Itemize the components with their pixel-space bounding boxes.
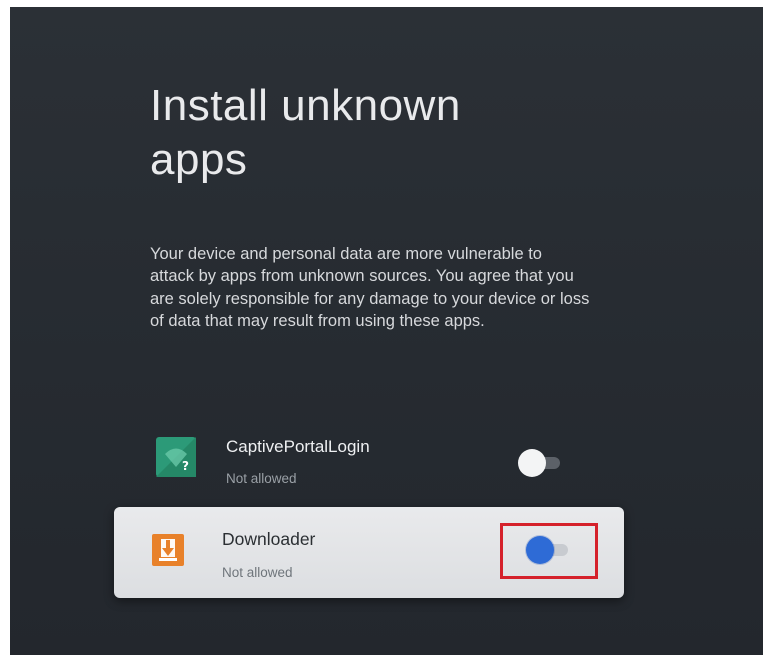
app-name: Downloader	[222, 529, 316, 549]
page-title: Install unknown apps	[150, 81, 461, 184]
app-row-downloader[interactable]: Downloader Not allowed	[114, 507, 624, 598]
downloader-arrow-icon	[152, 534, 184, 566]
warning-description: Your device and personal data are more v…	[150, 245, 590, 330]
app-status: Not allowed	[226, 471, 297, 486]
app-status: Not allowed	[222, 565, 293, 580]
tv-settings-screen: Install unknown apps Your device and per…	[10, 7, 763, 655]
app-name: CaptivePortalLogin	[226, 437, 370, 456]
toggle-thumb	[526, 536, 554, 564]
toggle-thumb	[518, 449, 546, 477]
allow-toggle[interactable]	[518, 449, 564, 477]
captive-portal-wifi-question-icon: ?	[156, 437, 196, 477]
svg-text:?: ?	[182, 459, 189, 473]
app-row-captiveportallogin[interactable]: ? CaptivePortalLogin Not allowed	[150, 431, 590, 495]
allow-toggle[interactable]	[526, 536, 572, 564]
